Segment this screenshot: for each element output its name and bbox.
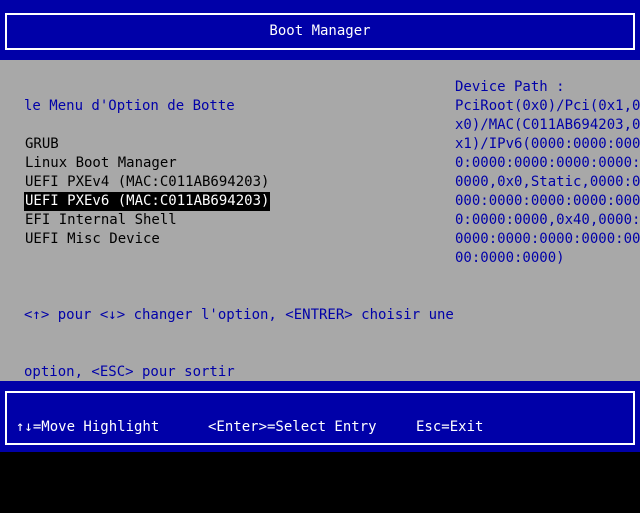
device-path-line: PciRoot(0x0)/Pci(0x1,0 [455,98,640,114]
header-frame: Boot Manager [5,13,635,50]
boot-option-linux-boot-manager[interactable]: Linux Boot Manager [24,154,270,173]
menu-title: le Menu d'Option de Botte [24,98,235,114]
boot-option-grub[interactable]: GRUB [24,135,270,154]
exit-hint: Esc=Exit [416,419,484,435]
boot-option-label: GRUB [25,136,59,152]
device-path-line: 00:0000:0000) [455,250,565,266]
boot-option-efi-internal-shell[interactable]: EFI Internal Shell [24,211,270,230]
boot-option-label: EFI Internal Shell [25,212,177,228]
device-path-line: x1)/IPv6(0000:0000:000 [455,136,640,152]
boot-option-label: Linux Boot Manager [25,155,177,171]
bottom-border [0,452,640,480]
move-highlight-hint: ↑↓=Move Highlight [16,419,160,435]
device-path-line: 0:0000:0000:0000:0000: [455,155,640,171]
boot-option-label: UEFI PXEv4 (MAC:C011AB694203) [25,174,270,190]
page-title: Boot Manager [269,23,371,39]
boot-menu-pane: le Menu d'Option de Botte GRUB Linux Boo… [24,60,454,381]
footer-bar: ↑↓=Move Highlight <Enter>=Select Entry E… [0,381,640,452]
device-path-line: 0000:0000:0000:0000:00 [455,231,640,247]
boot-option-uefi-pxev4[interactable]: UEFI PXEv4 (MAC:C011AB694203) [24,173,270,192]
boot-option-label: UEFI Misc Device [25,231,160,247]
help-line: option, <ESC> pour sortir [24,364,235,380]
main-panel: le Menu d'Option de Botte GRUB Linux Boo… [0,60,640,381]
key-legend: ↑↓=Move Highlight <Enter>=Select Entry E… [0,418,640,437]
device-path-heading: Device Path : [455,79,565,95]
device-path-pane: Device Path : PciRoot(0x0)/Pci(0x1,0 x0)… [455,78,640,268]
device-path-line: x0)/MAC(C011AB694203,0 [455,117,640,133]
device-path-line: 0:0000:0000,0x40,0000: [455,212,640,228]
device-path-line: 0000,0x0,Static,0000:0 [455,174,640,190]
select-entry-hint: <Enter>=Select Entry [208,419,377,435]
header-bar: Boot Manager [0,0,640,60]
help-line: <↑> pour <↓> changer l'option, <ENTRER> … [24,307,454,323]
boot-option-uefi-pxev6[interactable]: UEFI PXEv6 (MAC:C011AB694203) [24,192,271,211]
boot-option-uefi-misc-device[interactable]: UEFI Misc Device [24,230,270,249]
device-path-line: 000:0000:0000:0000:000 [455,193,640,209]
boot-option-label: UEFI PXEv6 (MAC:C011AB694203) [24,192,271,211]
boot-option-list: GRUB Linux Boot Manager UEFI PXEv4 (MAC:… [24,135,271,249]
boot-manager-screen: Boot Manager le Menu d'Option de Botte G… [0,0,640,480]
